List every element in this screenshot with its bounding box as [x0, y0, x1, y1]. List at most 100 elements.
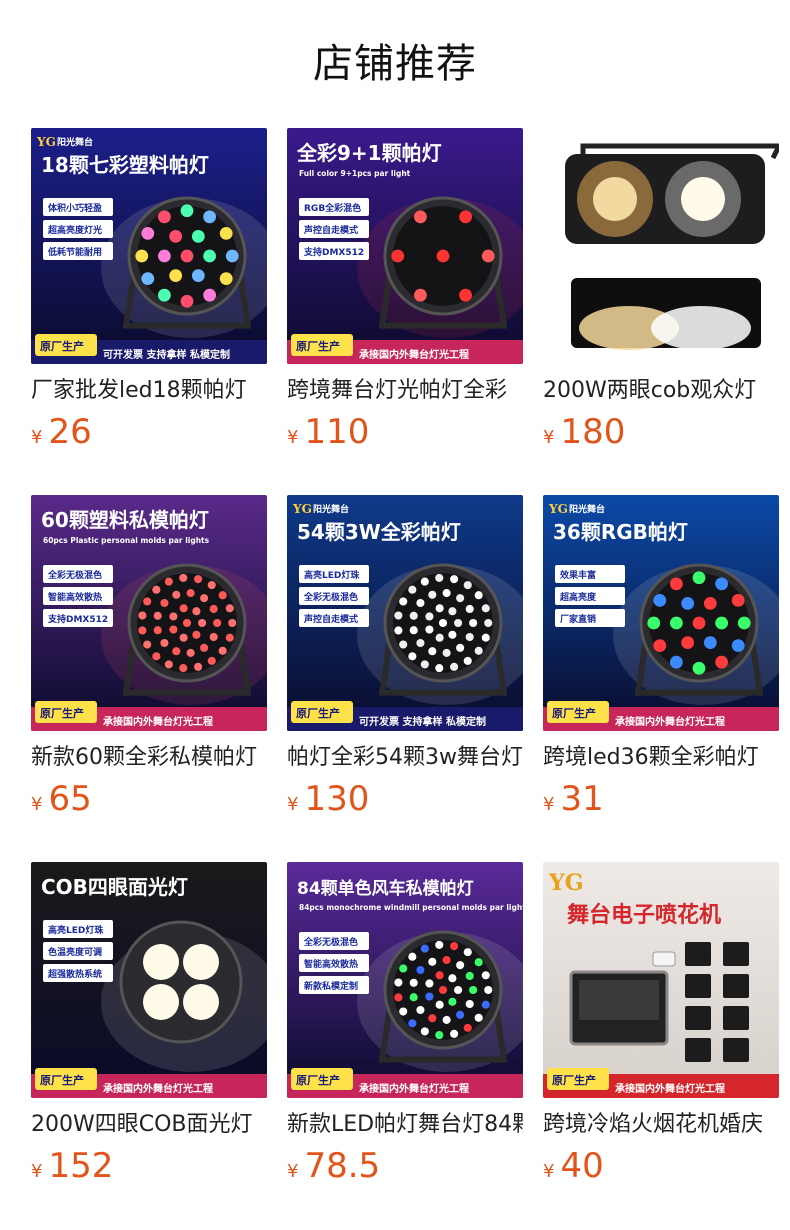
product-illustration [543, 128, 779, 364]
product-image[interactable]: YG 阳光舞台 18颗七彩塑料帕灯 体积小巧轻盈 超高亮度灯光 低耗节能耐用 原厂生产 可开发… [31, 128, 267, 364]
product-grid: YG 阳光舞台 18颗七彩塑料帕灯 体积小巧轻盈 超高亮度灯光 低耗节能耐用 原厂生产 可开发… [31, 128, 790, 1229]
led-dot-shape [138, 611, 147, 620]
led-dot-shape [425, 625, 434, 634]
product-image[interactable]: 全彩9+1颗帕灯 Full color 9+1pcs par light RGB全彩… [287, 128, 523, 364]
product-name[interactable]: 厂家批发led18颗帕灯 [31, 376, 267, 406]
led-dot-shape [394, 626, 403, 635]
product-illustration: YG 阳光舞台 36颗RGB帕灯效果丰富超高亮度厂家直销原厂生产承接国内外舞台灯光工… [543, 495, 779, 731]
brand-logo-icon: YG [292, 502, 312, 516]
led-dot-shape [474, 1013, 483, 1022]
led-dot-shape [169, 612, 178, 621]
led-dot-shape [435, 573, 444, 582]
feature-text: 声控自走模式 [303, 613, 358, 625]
led-dot-shape [191, 230, 205, 243]
product-card[interactable]: YG 阳光舞台 36颗RGB帕灯 效果丰富 超高亮度 厂家直销 原厂生产 承接国内外舞台灯光工… [543, 495, 779, 862]
price-value: 65 [48, 779, 92, 819]
led-dot-shape [391, 249, 405, 263]
led-dot-shape [203, 210, 216, 224]
feature-text: 超强散热系统 [47, 968, 102, 980]
product-name[interactable]: 帕灯全彩54颗3w舞台灯 [287, 743, 523, 773]
product-name[interactable]: 跨境led36颗全彩帕灯 [543, 743, 779, 773]
led-dot-shape [450, 1029, 459, 1038]
product-name[interactable]: 新款LED帕灯舞台灯84颗 [287, 1110, 523, 1140]
led-dot-shape [169, 625, 178, 634]
product-image[interactable] [543, 128, 779, 364]
led-dot-shape [219, 272, 233, 285]
product-card[interactable]: 200W两眼cob观众灯 ¥180 [543, 128, 779, 495]
led-dot-shape [135, 249, 149, 263]
factory-badge-text: 原厂生产 [296, 339, 340, 353]
currency-symbol: ¥ [543, 794, 555, 815]
currency-symbol: ¥ [287, 1161, 299, 1182]
led-dot-shape [450, 662, 459, 671]
footer-slogan-text: 承接国内外舞台灯光工程 [615, 715, 725, 728]
led-dot-shape [670, 577, 683, 591]
product-card[interactable]: COB四眼面光灯 高亮LED灯珠 色温亮度可调 超强散热系统 原厂生产 承接国内外舞台灯光… [31, 862, 267, 1229]
led-dot-shape [141, 272, 155, 285]
product-image[interactable]: 84颗单色风车私模帕灯 84pcs monochrome windmill per… [287, 862, 523, 1098]
led-dot-shape [225, 633, 234, 642]
headline-text: 84颗单色风车私模帕灯 [297, 878, 474, 899]
led-dot-shape [456, 961, 465, 970]
spark-unit-shape [685, 1006, 711, 1030]
led-dot-shape [219, 227, 233, 240]
led-dot-shape [681, 597, 695, 610]
product-name[interactable]: 跨境冷焰火烟花机婚庆 [543, 1110, 779, 1140]
feature-text: 智能高效散热 [48, 591, 102, 603]
led-dot-shape [647, 616, 661, 630]
led-dot-shape [408, 952, 417, 961]
product-image[interactable]: 舞台电子喷花机YG舞台电子喷花机原厂生产承接国内外舞台灯光工程 [543, 862, 779, 1098]
led-dot-shape [207, 581, 216, 590]
price-value: 130 [304, 779, 370, 819]
product-card[interactable]: 60颗塑料私模帕灯 60pcs Plastic personal molds pa… [31, 495, 267, 862]
currency-symbol: ¥ [287, 427, 299, 448]
led-dot-shape [399, 964, 408, 973]
product-name[interactable]: 新款60颗全彩私模帕灯 [31, 743, 267, 773]
headline-text: 舞台电子喷花机 [567, 902, 721, 928]
led-dot-shape [164, 660, 173, 669]
product-name[interactable]: 跨境舞台灯光帕灯全彩 [287, 376, 523, 406]
product-name[interactable]: 200W四眼COB面光灯 [31, 1110, 267, 1140]
led-dot-shape [408, 585, 417, 594]
headline-text: 18颗七彩塑料帕灯 [41, 153, 209, 177]
cob-chip-shape [593, 177, 637, 221]
price-value: 78.5 [304, 1146, 381, 1186]
feature-text: 高亮LED灯珠 [48, 924, 104, 936]
led-dot-shape [164, 577, 173, 586]
footer-slogan-text: 承接国内外舞台灯光工程 [103, 1082, 213, 1095]
product-name[interactable]: 200W两眼cob观众灯 [543, 376, 779, 406]
led-dot-shape [394, 611, 403, 620]
led-dot-shape [409, 978, 418, 987]
product-card[interactable]: 全彩9+1颗帕灯 Full color 9+1pcs par light RGB全彩… [287, 128, 523, 495]
product-price: ¥26 [31, 412, 267, 452]
currency-symbol: ¥ [31, 794, 43, 815]
led-dot-shape [179, 664, 188, 673]
led-dot-shape [186, 648, 195, 658]
product-image[interactable]: YG 阳光舞台 36颗RGB帕灯 效果丰富 超高亮度 厂家直销 原厂生产 承接国内外舞台灯光工… [543, 495, 779, 731]
led-dot-shape [192, 630, 201, 639]
led-dot-shape [435, 940, 444, 949]
product-image[interactable]: COB四眼面光灯 高亮LED灯珠 色温亮度可调 超强散热系统 原厂生产 承接国内外舞台灯光… [31, 862, 267, 1098]
led-dot-shape [180, 204, 194, 218]
product-card[interactable]: YG 阳光舞台 18颗七彩塑料帕灯 体积小巧轻盈 超高亮度灯光 低耗节能耐用 原厂生产 可开发… [31, 128, 267, 495]
feature-text: 高亮LED灯珠 [304, 569, 360, 581]
section-title: 店铺推荐 [313, 41, 477, 87]
product-image[interactable]: YG 阳光舞台 54颗3W全彩帕灯 高亮LED灯珠 全彩无极混色 声控自走模式 原厂生产 可开… [287, 495, 523, 731]
led-dot-shape [448, 607, 457, 616]
product-card[interactable]: 舞台电子喷花机YG舞台电子喷花机原厂生产承接国内外舞台灯光工程跨境冷焰火烟花机婚… [543, 862, 779, 1229]
led-dot-shape [394, 978, 403, 987]
footer-slogan-text: 可开发票 支持拿样 私模定制 [103, 348, 230, 361]
product-image[interactable]: 60颗塑料私模帕灯 60pcs Plastic personal molds pa… [31, 495, 267, 731]
led-dot-shape [438, 985, 448, 995]
led-dot-shape [484, 618, 493, 628]
led-dot-shape [428, 647, 437, 656]
product-illustration: 60颗塑料私模帕灯 60pcs Plastic personal molds pa… [31, 495, 267, 731]
product-card[interactable]: YG 阳光舞台 54颗3W全彩帕灯 高亮LED灯珠 全彩无极混色 声控自走模式 原厂生产 可开… [287, 495, 523, 862]
feature-text: 效果丰富 [560, 569, 596, 581]
led-dot-shape [428, 957, 437, 966]
led-dot-shape [138, 626, 147, 635]
product-card[interactable]: 84颗单色风车私模帕灯 84pcs monochrome windmill per… [287, 862, 523, 1229]
cob-chip-shape [143, 944, 179, 980]
led-dot-shape [692, 661, 706, 675]
led-dot-shape [169, 230, 183, 243]
